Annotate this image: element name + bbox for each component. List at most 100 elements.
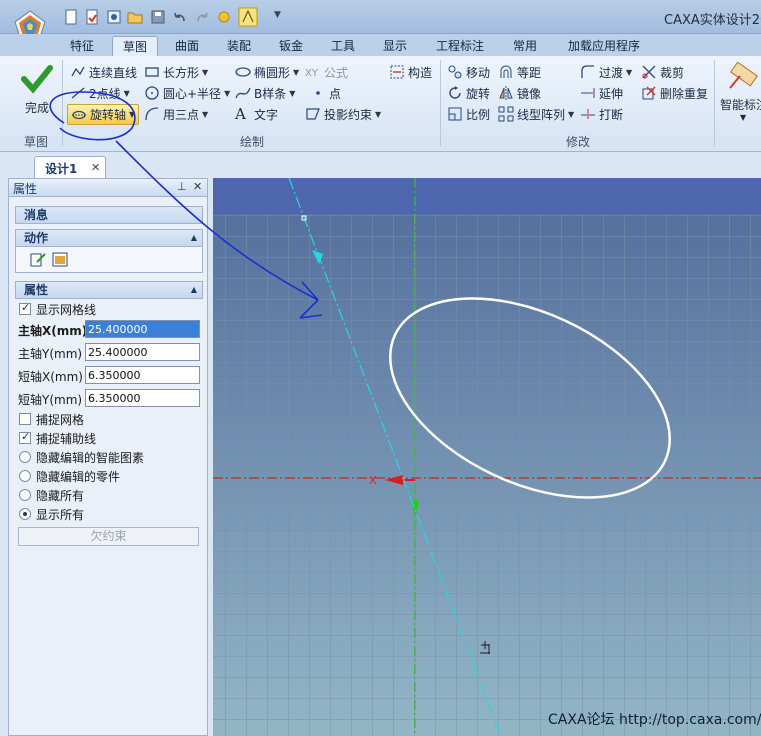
rectangle-button[interactable]: 长方形 ▼: [144, 62, 208, 82]
text-button[interactable]: A 文字: [235, 104, 278, 124]
point-button[interactable]: 点: [310, 83, 341, 103]
transition-button[interactable]: 过渡 ▼: [580, 62, 632, 82]
document-tab[interactable]: 设计1 ✕: [34, 156, 106, 178]
delete-duplicate-button[interactable]: 删除重复: [641, 83, 708, 103]
finish-button[interactable]: 完成: [14, 64, 60, 120]
offset-button[interactable]: 等距: [498, 62, 541, 82]
mirror-button[interactable]: 镜像: [498, 83, 541, 103]
polyline-button[interactable]: 连续直线: [70, 62, 137, 82]
minor-y-input[interactable]: [85, 389, 200, 407]
rotate-button[interactable]: 旋转: [447, 83, 490, 103]
arc-3pt-button[interactable]: 用三点 ▼: [144, 104, 208, 124]
show-grid-checkbox[interactable]: 显示网格线: [19, 300, 96, 318]
ellipse-icon: [235, 67, 251, 77]
major-y-input[interactable]: [85, 343, 200, 361]
offset-icon: [500, 65, 512, 78]
major-x-input[interactable]: [85, 320, 200, 338]
radio-hide-smart-elements[interactable]: 隐藏编辑的智能图素: [19, 448, 144, 466]
rotate-axis-button[interactable]: 旋转轴 ▼: [67, 104, 140, 125]
radio-hide-edited-part[interactable]: 隐藏编辑的零件: [19, 467, 120, 485]
tab-dimension[interactable]: 工程标注: [428, 36, 492, 56]
formula-button[interactable]: XY 公式: [305, 62, 348, 82]
collapse-icon: ▲: [190, 285, 197, 294]
scale-button[interactable]: 比例: [447, 104, 490, 124]
checkbox-unchecked[interactable]: [19, 413, 31, 425]
mirror-label: 镜像: [517, 86, 542, 101]
radio-button[interactable]: [19, 489, 31, 501]
extend-button[interactable]: 延伸: [580, 83, 623, 103]
render-icon[interactable]: [238, 7, 258, 27]
pin-icon[interactable]: ⊥: [177, 180, 187, 193]
circle-label: 圆心+半径: [163, 86, 222, 101]
move-icon: [448, 65, 462, 79]
checkbox-checked[interactable]: [19, 430, 31, 444]
ribbon-divider: [714, 60, 715, 146]
sketch-canvas[interactable]: X: [213, 178, 761, 736]
tab-assembly[interactable]: 装配: [216, 36, 262, 56]
tab-sheet-metal[interactable]: 钣金: [268, 36, 314, 56]
open-recent-icon[interactable]: [84, 9, 100, 25]
chevron-down-icon: ▼: [202, 67, 209, 77]
tab-feature[interactable]: 特征: [58, 36, 106, 56]
tab-sketch[interactable]: 草图: [112, 36, 158, 56]
break-button[interactable]: 打断: [580, 104, 623, 124]
radio-button[interactable]: [19, 451, 31, 463]
quick-access-dropdown-icon[interactable]: ▼: [274, 10, 290, 26]
section-message[interactable]: 消息: [15, 206, 203, 224]
tab-tools[interactable]: 工具: [320, 36, 366, 56]
chevron-down-icon: ▼: [568, 109, 575, 119]
trim-button[interactable]: 裁剪: [641, 62, 684, 82]
major-y-label: 主轴Y(mm): [18, 347, 83, 361]
redo-icon[interactable]: [194, 9, 210, 25]
edit-icon[interactable]: [30, 251, 46, 267]
project-constraint-button[interactable]: 投影约束 ▼: [305, 104, 381, 124]
section-action[interactable]: 动作 ▲: [15, 229, 203, 247]
tab-surface[interactable]: 曲面: [164, 36, 210, 56]
polyline-icon: [71, 66, 85, 77]
snap-grid-checkbox[interactable]: 捕捉网格: [19, 410, 84, 428]
table-icon[interactable]: [52, 251, 68, 267]
smart-dimension-button[interactable]: 智能标注 ▼: [720, 61, 761, 126]
minor-x-input[interactable]: [85, 366, 200, 384]
tab-addins[interactable]: 加载应用程序: [558, 36, 650, 56]
save-icon[interactable]: [150, 9, 166, 25]
circle-button[interactable]: 圆心+半径 ▼: [144, 83, 230, 103]
snap-aux-checkbox[interactable]: 捕捉辅助线: [19, 429, 96, 447]
section-properties[interactable]: 属性 ▲: [15, 281, 203, 299]
break-icon: [581, 109, 595, 119]
linear-pattern-icon: [498, 106, 514, 122]
bspline-button[interactable]: B样条 ▼: [235, 83, 295, 103]
scale-label: 比例: [466, 107, 491, 122]
radio-hide-all[interactable]: 隐藏所有: [19, 486, 84, 504]
radio-label: 隐藏编辑的零件: [36, 469, 121, 484]
ellipse-button[interactable]: 椭圆形 ▼: [235, 62, 299, 82]
close-icon[interactable]: ✕: [193, 180, 202, 193]
trim-icon: [642, 65, 656, 79]
move-label: 移动: [466, 65, 491, 80]
rectangle-label: 长方形: [163, 65, 200, 80]
underconstrained-button[interactable]: 欠约束: [18, 527, 199, 546]
move-button[interactable]: 移动: [447, 62, 490, 82]
rotate-icon: [449, 86, 461, 99]
tab-common[interactable]: 常用: [502, 36, 548, 56]
x-axis-label: X: [369, 474, 377, 487]
checkbox-checked[interactable]: [19, 301, 31, 315]
ribbon-panel: 完成 草图 连续直线 2点线 ▼ 旋转轴 ▼ 长方形 ▼ 圆心+半径 ▼ 用三点…: [0, 56, 761, 152]
sketch-viewport[interactable]: X: [213, 178, 761, 736]
scale-icon: [448, 107, 462, 121]
close-icon[interactable]: ✕: [91, 161, 100, 174]
linear-pattern-button[interactable]: 线型阵列 ▼: [498, 104, 574, 124]
radio-button[interactable]: [19, 470, 31, 482]
collapse-icon: ▲: [190, 233, 197, 242]
radio-show-all[interactable]: 显示所有: [19, 505, 84, 523]
light-icon[interactable]: [216, 9, 232, 25]
open-folder-icon[interactable]: [127, 9, 143, 25]
new-file-icon[interactable]: [63, 9, 79, 25]
rotate-axis-label: 旋转轴: [90, 108, 127, 122]
line-2pt-button[interactable]: 2点线 ▼: [70, 83, 130, 103]
radio-button[interactable]: [19, 508, 31, 520]
template-icon[interactable]: [106, 9, 122, 25]
construct-button[interactable]: 构造: [389, 62, 432, 82]
undo-icon[interactable]: [172, 9, 188, 25]
tab-display[interactable]: 显示: [372, 36, 418, 56]
